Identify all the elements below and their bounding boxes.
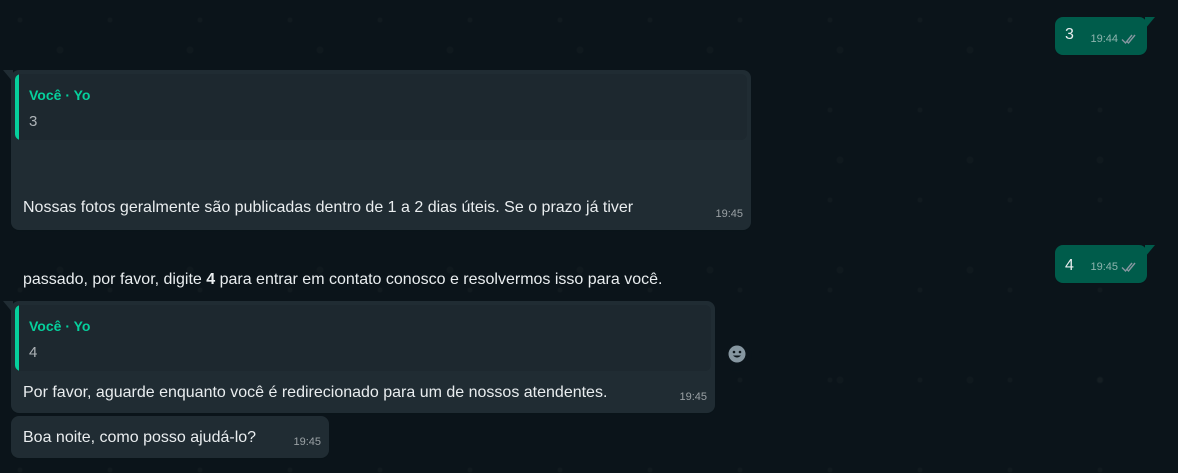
message-text: 3 — [1065, 26, 1074, 43]
message-text-segment: passado, por favor, digite — [23, 271, 207, 288]
smiley-icon — [727, 344, 747, 369]
message-text: 4 — [1065, 257, 1074, 274]
quote-author: Você · Yo — [29, 87, 91, 103]
bubble-tail — [1145, 245, 1155, 257]
quote-accent-bar — [15, 74, 19, 140]
double-check-icon — [1121, 261, 1139, 273]
message-time: 19:45 — [715, 208, 743, 220]
message-meta: 19:45 — [715, 202, 743, 226]
incoming-message[interactable]: Boa noite, como posso ajudá-lo? 19:45 — [11, 416, 329, 458]
message-meta: 19:45 — [293, 430, 321, 454]
quote-text: 4 — [29, 344, 38, 361]
bubble-tail — [3, 301, 13, 313]
reaction-button[interactable] — [722, 341, 752, 371]
message-text-segment: para entrar em contato conosco e resolve… — [215, 271, 663, 288]
incoming-message[interactable]: Você · Yo 4 Por favor, aguarde enquanto … — [3, 301, 715, 413]
message-line: passado, por favor, digite 4 para entrar… — [23, 268, 662, 292]
message-text: Por favor, aguarde enquanto você é redir… — [23, 384, 608, 401]
message-time: 19:45 — [293, 436, 321, 448]
outgoing-message[interactable]: 3 19:44 — [1055, 17, 1155, 55]
message-text: Boa noite, como posso ajudá-lo? — [23, 429, 257, 446]
bubble-tail — [3, 70, 13, 82]
message-time: 19:45 — [1090, 261, 1118, 273]
message-meta: 19:44 — [1090, 27, 1139, 51]
message-bold-number: 4 — [206, 271, 216, 288]
outgoing-message[interactable]: 4 19:45 — [1055, 245, 1155, 283]
bubble-tail — [1145, 17, 1155, 29]
quote-author: Você · Yo — [29, 318, 91, 334]
message-meta: 19:45 — [1090, 255, 1139, 279]
message-time: 19:45 — [679, 391, 707, 403]
message-time: 19:44 — [1090, 33, 1118, 45]
quoted-message[interactable]: Você · Yo 3 — [15, 74, 747, 140]
message-line: Nossas fotos geralmente são publicadas d… — [23, 199, 634, 216]
quoted-message[interactable]: Você · Yo 4 — [15, 305, 711, 371]
quote-accent-bar — [15, 305, 19, 371]
quote-text: 3 — [29, 113, 38, 130]
incoming-message[interactable]: Você · Yo 3 Nossas fotos geralmente são … — [3, 70, 751, 288]
double-check-icon — [1121, 33, 1139, 45]
message-meta: 19:45 — [679, 385, 707, 409]
